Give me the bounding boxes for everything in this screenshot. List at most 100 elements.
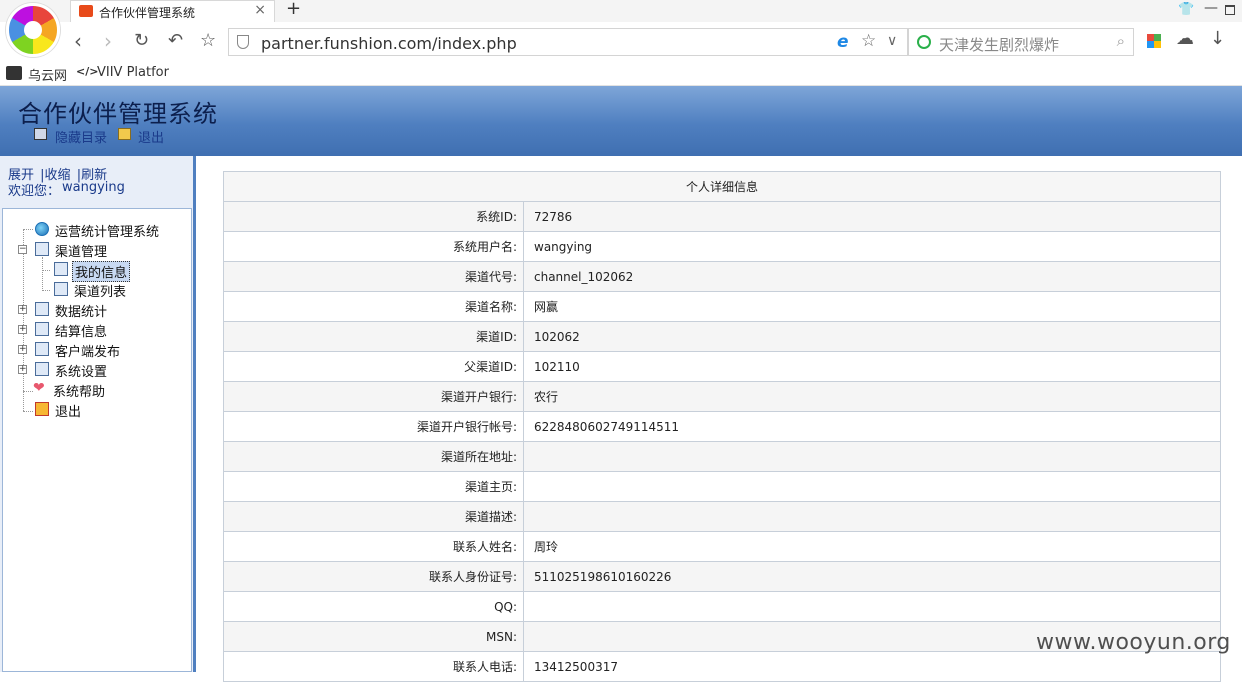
table-row: 联系人电话: 13412500317 [223,651,1221,682]
cloud-icon[interactable]: ☁ [1176,28,1194,49]
apps-grid-icon[interactable] [1147,34,1161,48]
search-input[interactable]: 天津发生剧烈爆炸 [939,34,1059,55]
tab-title: 合作伙伴管理系统 [99,6,196,20]
folder-icon [35,242,49,256]
field-value [523,471,1221,502]
expand-toggle-icon[interactable]: + [18,305,27,314]
address-bar[interactable]: partner.funshion.com/index.php e ☆ ∨ [228,28,908,56]
field-label: 父渠道ID: [223,351,524,382]
table-row: 系统ID: 72786 [223,201,1221,232]
maximize-icon[interactable] [1225,5,1235,15]
expand-toggle-icon[interactable]: + [18,325,27,334]
minimize-icon[interactable]: — [1204,0,1218,16]
field-value: 网赢 [523,291,1221,322]
search-engine-icon [917,35,931,49]
field-label: 联系人姓名: [223,531,524,562]
field-value: 511025198610160226 [523,561,1221,592]
bookmarks-bar: 乌云网 </> VIIV Platfor [0,62,1242,86]
table-row: 渠道开户银行帐号: 6228480602749114511 [223,411,1221,442]
skin-icon[interactable]: 👕 [1178,2,1194,17]
field-label: 渠道描述: [223,501,524,532]
field-label: 渠道开户银行帐号: [223,411,524,442]
forward-icon[interactable]: › [104,30,112,52]
profile-rows: 系统ID: 72786 系统用户名: wangying 渠道代号: channel_102… [223,201,1221,682]
search-icon[interactable]: ⌕ [1117,32,1125,50]
tree-connector [42,257,43,291]
field-label: 联系人电话: [223,651,524,682]
shield-icon [237,35,249,49]
field-label: MSN: [223,621,524,652]
tree-connector [23,411,33,412]
globe-icon [35,222,49,236]
field-value: channel_102062 [523,261,1221,292]
folder-icon [35,342,49,356]
bookmark-star-icon[interactable]: ☆ [200,30,216,52]
logout-icon[interactable] [118,128,131,140]
table-row: 渠道ID: 102062 [223,321,1221,352]
ie-compat-icon[interactable]: e [837,32,849,52]
welcome-label: 欢迎您： [8,184,61,199]
browser-tab-strip: 合作伙伴管理系统 × + 👕 — [0,0,1242,57]
tree-connector [23,229,33,230]
field-label: 系统用户名: [223,231,524,262]
field-value: wangying [523,231,1221,262]
expand-toggle-icon[interactable]: + [18,345,27,354]
field-label: 渠道代号: [223,261,524,292]
hide-menu-link[interactable]: 隐藏目录 [55,127,107,146]
expand-toggle-icon[interactable]: + [18,365,27,374]
app-header: 合作伙伴管理系统 隐藏目录 退出 [0,86,1242,156]
collapse-toggle-icon[interactable]: − [18,245,27,254]
current-username: wangying [62,180,125,195]
page-icon [54,282,68,296]
table-row: 联系人身份证号: 511025198610160226 [223,561,1221,592]
bookmark-viiv[interactable]: VIIV Platfor [97,65,169,80]
reload-icon[interactable]: ↻ [134,30,149,52]
table-row: 渠道所在地址: [223,441,1221,472]
field-label: 渠道ID: [223,321,524,352]
chart-icon [35,302,49,316]
field-value: 农行 [523,381,1221,412]
table-heading: 个人详细信息 [223,171,1221,202]
browser-tab-active[interactable]: 合作伙伴管理系统 × [70,0,275,22]
table-row: 渠道描述: [223,501,1221,532]
heart-icon: ❤ [33,380,45,396]
tree-connector [23,229,24,411]
search-box[interactable]: 天津发生剧烈爆炸 ⌕ [908,28,1134,56]
field-label: 渠道名称: [223,291,524,322]
download-icon[interactable]: ↓ [1210,28,1225,49]
browser-logo-icon[interactable] [6,3,60,57]
field-value [523,591,1221,622]
table-row: 系统用户名: wangying [223,231,1221,262]
url-text[interactable]: partner.funshion.com/index.php [261,34,517,53]
tree-connector [42,270,50,271]
nav-tree: 运营统计管理系统 − 渠道管理 我的信息 渠道列表 + 数据统计 + 结算信息 … [2,208,192,672]
menu-list-icon[interactable] [34,128,47,140]
table-row: 渠道代号: channel_102062 [223,261,1221,292]
browser-toolbar: ‹ › ↻ ↶ ☆ partner.funshion.com/index.php… [0,22,1242,62]
undo-icon[interactable]: ↶ [168,30,183,52]
page-title: 合作伙伴管理系统 [18,100,218,128]
watermark: www.wooyun.org [1036,630,1231,655]
field-value: 13412500317 [523,651,1221,682]
sidebar: 展开 |收缩 |刷新 欢迎您： wangying 运营统计管理系统 − 渠道管理… [0,156,196,672]
profile-table: 个人详细信息 系统ID: 72786 系统用户名: wangying 渠道代号: chan… [223,171,1221,682]
chevron-down-icon[interactable]: ∨ [887,33,897,49]
field-value: 周玲 [523,531,1221,562]
folder-icon [35,362,49,376]
table-row: 渠道名称: 网赢 [223,291,1221,322]
new-tab-button[interactable]: + [286,0,301,19]
back-icon[interactable]: ‹ [74,30,82,52]
tab-close-icon[interactable]: × [254,2,266,18]
bookmark-wooyun[interactable]: 乌云网 [28,65,67,84]
field-value: 6228480602749114511 [523,411,1221,442]
field-value: 102062 [523,321,1221,352]
code-icon: </> [76,65,99,78]
logout-link[interactable]: 退出 [138,127,164,146]
field-label: 系统ID: [223,201,524,232]
favorite-star-icon[interactable]: ☆ [861,31,876,51]
folder-icon [35,322,49,336]
main-content: 个人详细信息 系统ID: 72786 系统用户名: wangying 渠道代号: chan… [199,156,1242,682]
table-row: 渠道主页: [223,471,1221,502]
exit-icon [35,402,49,416]
table-row: 父渠道ID: 102110 [223,351,1221,382]
